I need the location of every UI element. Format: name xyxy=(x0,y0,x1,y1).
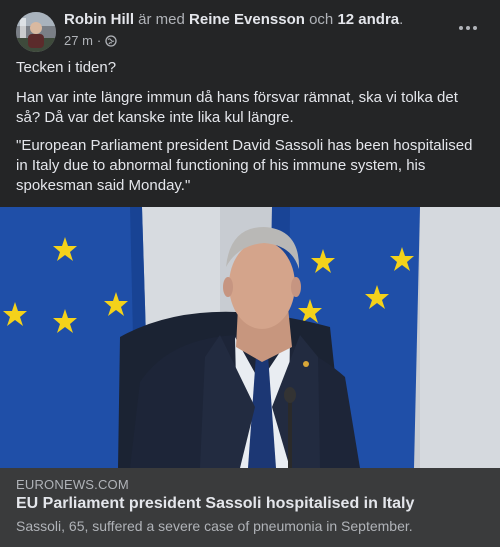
period: . xyxy=(399,11,404,28)
post-header: Robin Hill är med Reine Evensson och 12 … xyxy=(0,0,500,56)
author-line: Robin Hill är med Reine Evensson och 12 … xyxy=(64,11,403,28)
post-text-line-1: Tecken i tiden? xyxy=(16,59,117,76)
post-text: Tecken i tiden? Han var inte längre immu… xyxy=(0,58,500,196)
author-name[interactable]: Robin Hill xyxy=(64,11,134,28)
tagged-user[interactable]: Reine Evensson xyxy=(189,11,305,28)
link-domain: EURONEWS.COM xyxy=(16,477,129,492)
globe-icon[interactable] xyxy=(105,34,117,47)
post-meta: 27 m · xyxy=(64,33,117,48)
post-time[interactable]: 27 m xyxy=(64,33,93,48)
link-title[interactable]: EU Parliament president Sassoli hospital… xyxy=(16,495,414,513)
with-text: är med xyxy=(134,11,190,28)
facebook-post: Robin Hill är med Reine Evensson och 12 … xyxy=(0,0,500,547)
meta-separator: · xyxy=(96,33,102,48)
post-text-quote: "European Parliament president David Sas… xyxy=(16,137,473,194)
link-description: Sassoli, 65, suffered a severe case of p… xyxy=(16,518,413,534)
more-options-icon[interactable] xyxy=(452,18,484,38)
link-preview-footer[interactable]: EURONEWS.COM EU Parliament president Sas… xyxy=(0,468,500,547)
avatar[interactable] xyxy=(16,12,56,52)
post-text-line-2: Han var inte längre immun då hans försva… xyxy=(16,89,458,126)
tagged-others[interactable]: 12 andra xyxy=(337,11,399,28)
and-text: och xyxy=(304,11,338,28)
link-preview-image[interactable] xyxy=(0,207,500,468)
sassoli-photo xyxy=(0,207,500,468)
